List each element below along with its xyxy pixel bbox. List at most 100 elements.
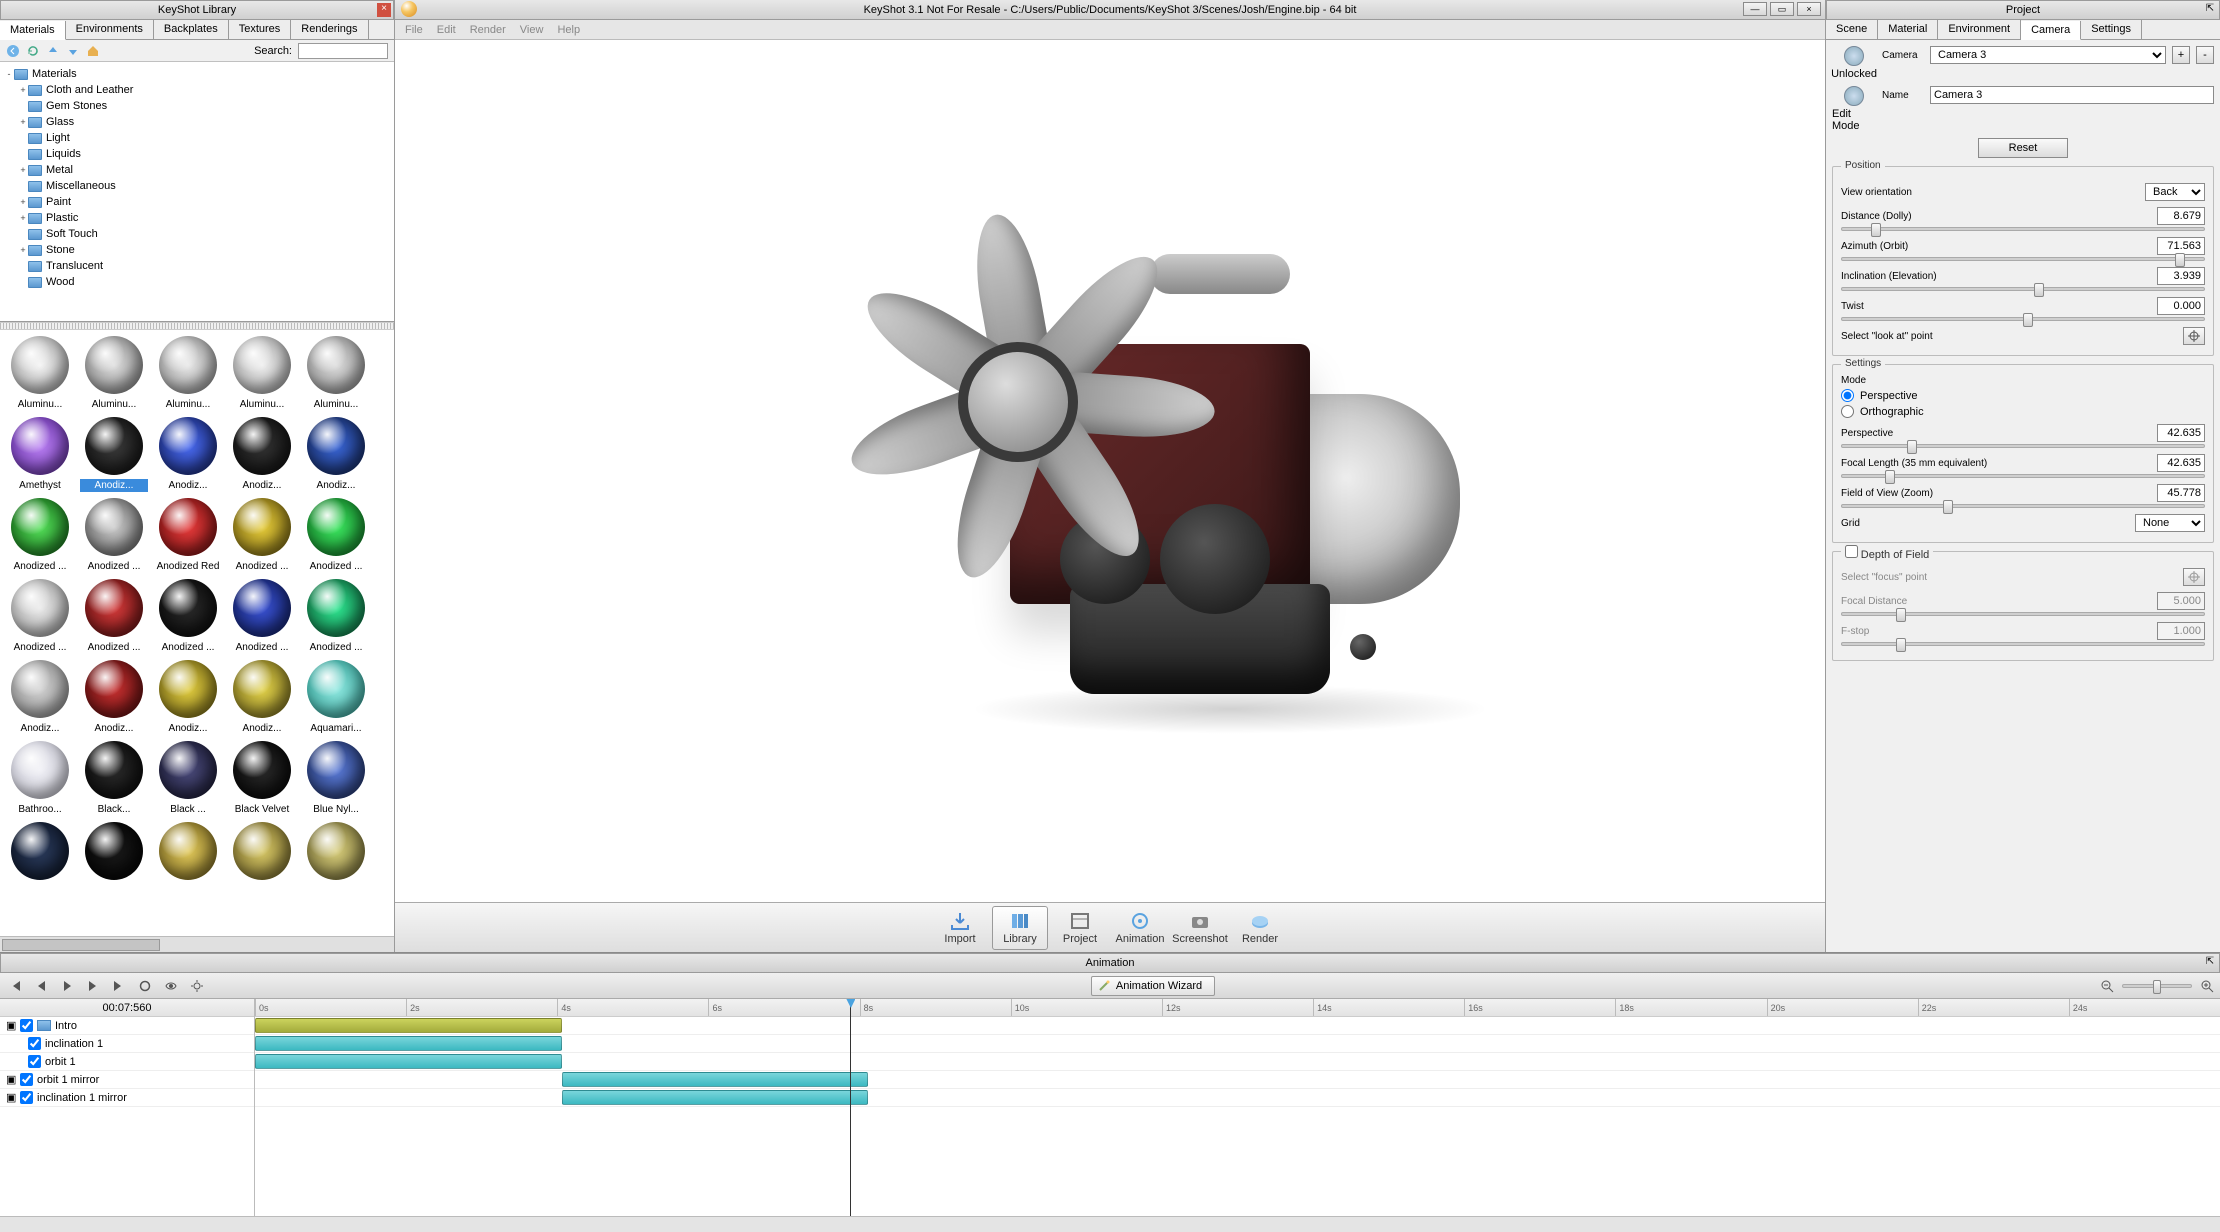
azimuth-slider[interactable] [1841, 257, 2205, 261]
material-swatch[interactable]: Anodized ... [80, 498, 148, 573]
editmode-button[interactable]: Edit Mode [1832, 86, 1876, 132]
camera-select[interactable]: Camera 3 [1930, 46, 2166, 64]
playhead[interactable] [850, 999, 851, 1216]
remove-camera-button[interactable]: - [2196, 46, 2214, 64]
material-swatch[interactable]: Anodized ... [80, 579, 148, 654]
track-row[interactable]: ▣orbit 1 mirror [0, 1071, 254, 1089]
tab-environment[interactable]: Environment [1938, 20, 2021, 39]
material-swatch[interactable]: Anodized ... [302, 579, 370, 654]
material-swatch[interactable] [80, 822, 148, 886]
home-icon[interactable] [86, 44, 100, 58]
clip[interactable] [562, 1072, 869, 1087]
tree-item[interactable]: Light [4, 130, 390, 146]
menu-view[interactable]: View [520, 24, 544, 36]
track-checkbox[interactable] [28, 1037, 41, 1050]
timeline-track[interactable] [255, 1053, 2220, 1071]
down-icon[interactable] [66, 44, 80, 58]
material-swatch[interactable]: Anodized Red [154, 498, 222, 573]
material-swatch[interactable]: Anodiz... [80, 660, 148, 735]
loop-icon[interactable] [136, 977, 154, 995]
menu-edit[interactable]: Edit [437, 24, 456, 36]
inclination-input[interactable] [2157, 267, 2205, 285]
clip[interactable] [255, 1054, 562, 1069]
material-swatch[interactable]: Aluminu... [302, 336, 370, 411]
tab-camera[interactable]: Camera [2021, 21, 2081, 40]
minimize-icon[interactable]: — [1743, 2, 1767, 16]
tree-item[interactable]: Wood [4, 274, 390, 290]
distance-slider[interactable] [1841, 227, 2205, 231]
tab-scene[interactable]: Scene [1826, 20, 1878, 39]
material-swatch[interactable]: Anodiz... [154, 660, 222, 735]
splitter-handle[interactable] [0, 322, 394, 330]
material-swatch[interactable]: Anodiz... [154, 417, 222, 492]
tree-item[interactable]: +Plastic [4, 210, 390, 226]
add-camera-button[interactable]: + [2172, 46, 2190, 64]
material-swatch[interactable]: Anodiz... [228, 417, 296, 492]
tab-backplates[interactable]: Backplates [154, 20, 229, 39]
clip[interactable] [255, 1018, 562, 1033]
library-button[interactable]: Library [992, 906, 1048, 950]
distance-input[interactable] [2157, 207, 2205, 225]
tree-item[interactable]: +Cloth and Leather [4, 82, 390, 98]
tree-item[interactable]: Translucent [4, 258, 390, 274]
pin-icon[interactable]: ⇱ [2203, 956, 2217, 970]
track-row[interactable]: ▣Intro [0, 1017, 254, 1035]
play-icon[interactable] [58, 977, 76, 995]
material-swatch[interactable] [6, 822, 74, 886]
material-swatch[interactable]: Aquamari... [302, 660, 370, 735]
material-swatch-grid[interactable]: Aluminu...Aluminu...Aluminu...Aluminu...… [0, 330, 394, 936]
track-checkbox[interactable] [28, 1055, 41, 1068]
animation-button[interactable]: Animation [1112, 906, 1168, 950]
material-swatch[interactable]: Bathroo... [6, 741, 74, 816]
tab-materials[interactable]: Materials [0, 21, 66, 40]
material-swatch[interactable] [228, 822, 296, 886]
dof-checkbox[interactable] [1845, 545, 1858, 558]
material-swatch[interactable]: Anodized ... [302, 498, 370, 573]
material-swatch[interactable]: Aluminu... [228, 336, 296, 411]
settings-icon[interactable] [188, 977, 206, 995]
material-swatch[interactable]: Aluminu... [6, 336, 74, 411]
twist-input[interactable] [2157, 297, 2205, 315]
pin-icon[interactable]: ⇱ [2203, 3, 2217, 17]
material-swatch[interactable]: Black... [80, 741, 148, 816]
zoom-in-icon[interactable] [2200, 979, 2214, 993]
track-row[interactable]: orbit 1 [0, 1053, 254, 1071]
lookat-pick-button[interactable] [2183, 327, 2205, 345]
unlocked-button[interactable]: Unlocked [1832, 46, 1876, 80]
view-orientation-select[interactable]: Back [2145, 183, 2205, 201]
menu-help[interactable]: Help [557, 24, 580, 36]
material-swatch[interactable]: Blue Nyl... [302, 741, 370, 816]
project-button[interactable]: Project [1052, 906, 1108, 950]
material-tree[interactable]: -Materials+Cloth and LeatherGem Stones+G… [0, 62, 394, 322]
preview-icon[interactable] [162, 977, 180, 995]
twist-slider[interactable] [1841, 317, 2205, 321]
tab-renderings[interactable]: Renderings [291, 20, 368, 39]
timeline-track[interactable] [255, 1089, 2220, 1107]
focal-length-slider[interactable] [1841, 474, 2205, 478]
material-swatch[interactable]: Black ... [154, 741, 222, 816]
tab-environments[interactable]: Environments [66, 20, 154, 39]
material-swatch[interactable]: Anodized ... [228, 498, 296, 573]
timeline[interactable]: 0s2s4s6s8s10s12s14s16s18s20s22s24s [255, 999, 2220, 1216]
tree-item[interactable]: +Glass [4, 114, 390, 130]
render-button[interactable]: Render [1232, 906, 1288, 950]
menu-render[interactable]: Render [470, 24, 506, 36]
grid-select[interactable]: None [2135, 514, 2205, 532]
step-fwd-icon[interactable] [84, 977, 102, 995]
track-row[interactable]: inclination 1 [0, 1035, 254, 1053]
inclination-slider[interactable] [1841, 287, 2205, 291]
tree-item[interactable]: +Paint [4, 194, 390, 210]
timeline-track[interactable] [255, 1035, 2220, 1053]
material-swatch[interactable]: Amethyst [6, 417, 74, 492]
material-swatch[interactable]: Aluminu... [154, 336, 222, 411]
perspective-slider[interactable] [1841, 444, 2205, 448]
tree-item[interactable]: -Materials [4, 66, 390, 82]
mode-orthographic-radio[interactable] [1841, 405, 1854, 418]
up-icon[interactable] [46, 44, 60, 58]
step-back-icon[interactable] [32, 977, 50, 995]
track-row[interactable]: ▣inclination 1 mirror [0, 1089, 254, 1107]
fov-input[interactable] [2157, 484, 2205, 502]
perspective-input[interactable] [2157, 424, 2205, 442]
timeline-track[interactable] [255, 1071, 2220, 1089]
main-titlebar[interactable]: KeyShot 3.1 Not For Resale - C:/Users/Pu… [395, 0, 1825, 20]
